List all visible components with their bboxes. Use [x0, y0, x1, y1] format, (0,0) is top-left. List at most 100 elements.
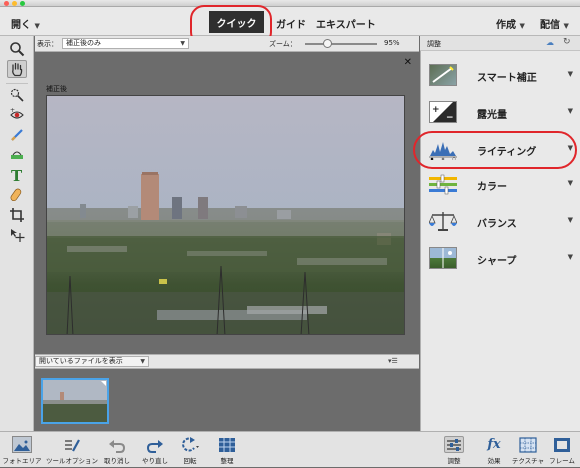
- adjustment-smart-fix[interactable]: スマート補正 ▼: [420, 57, 580, 94]
- adjustment-label: シャープ: [477, 256, 517, 267]
- open-label: 開く: [11, 20, 31, 31]
- color-icon: [429, 173, 457, 195]
- organize-button[interactable]: 整理: [213, 432, 241, 468]
- frames-button[interactable]: フレーム: [546, 432, 578, 468]
- create-menu[interactable]: 作成 ▼: [496, 16, 525, 31]
- rotate-label: 回転: [183, 457, 197, 465]
- adjustment-label: カラー: [477, 182, 507, 193]
- chevron-down-icon: ▼: [567, 216, 573, 224]
- effects-label: 効果: [487, 457, 501, 465]
- bandage-icon: [10, 188, 22, 202]
- svg-text:T: T: [11, 167, 23, 183]
- display-label: 表示：: [37, 40, 58, 48]
- magnifier-icon: [10, 42, 25, 57]
- exposure-icon: + −: [429, 101, 457, 123]
- spot-healing-tool[interactable]: [7, 186, 27, 204]
- open-menu[interactable]: 開く ▼: [11, 16, 40, 31]
- zoom-label: ズーム：: [269, 40, 297, 48]
- adjustment-sharpen[interactable]: シャープ ▼: [420, 240, 580, 277]
- share-label: 配信: [540, 20, 560, 31]
- photo-canvas[interactable]: [46, 95, 405, 335]
- reset-icon[interactable]: ↻: [563, 37, 571, 47]
- straighten-icon: [11, 151, 23, 159]
- tool-options-label: ツールオプション: [46, 457, 98, 465]
- undo-label: 取り消し: [104, 457, 130, 465]
- zoom-tool[interactable]: [7, 40, 27, 58]
- panel-title: 調整: [427, 40, 441, 48]
- brush-icon: [11, 129, 23, 141]
- sharpen-icon: [429, 247, 457, 269]
- zoom-value: 95%: [384, 39, 400, 47]
- svg-text:+: +: [432, 105, 440, 115]
- rotate-button[interactable]: 回転: [176, 432, 204, 468]
- bin-dropdown[interactable]: 開いているファイルを表示 ▼: [35, 356, 149, 367]
- display-value: 補正後のみ: [66, 39, 101, 47]
- tab-expert-label: エキスパート: [316, 20, 376, 31]
- cloud-icon[interactable]: ☁: [546, 38, 554, 47]
- quick-selection-tool[interactable]: [7, 86, 27, 104]
- tab-guided-label: ガイド: [276, 20, 306, 31]
- tab-guided[interactable]: ガイド: [276, 16, 306, 31]
- adjustment-label: ライティング: [477, 147, 537, 158]
- whiten-teeth-tool[interactable]: [7, 126, 27, 144]
- zoom-slider-knob[interactable]: [322, 39, 332, 48]
- zoom-slider-track[interactable]: [305, 43, 377, 45]
- close-window-icon[interactable]: [4, 1, 9, 6]
- hand-tool[interactable]: [7, 60, 27, 78]
- texture-icon: [518, 436, 538, 453]
- red-eye-icon: +: [10, 107, 24, 119]
- close-image-icon[interactable]: ✕: [404, 57, 412, 68]
- move-icon: [11, 229, 25, 242]
- photo-bin-icon: [12, 436, 32, 453]
- adjustment-color[interactable]: カラー ▼: [420, 166, 580, 203]
- share-menu[interactable]: 配信 ▼: [540, 16, 569, 31]
- frames-label: フレーム: [549, 457, 575, 465]
- zoom-window-icon[interactable]: [20, 1, 25, 6]
- crop-icon: [10, 208, 24, 222]
- chevron-down-icon: ▼: [567, 107, 573, 115]
- photo-bin-bar: 開いているファイルを表示 ▼ ▾☰: [35, 354, 419, 369]
- chevron-down-icon: ▼: [180, 40, 185, 47]
- chevron-down-icon: ▼: [567, 253, 573, 261]
- chevron-down-icon: ▼: [567, 70, 573, 78]
- chevron-down-icon: ▼: [519, 22, 525, 30]
- photo-bin-button[interactable]: フォトエリア: [1, 432, 43, 468]
- cityscape-photo: [47, 96, 404, 334]
- effects-button[interactable]: fx 効果: [480, 432, 508, 468]
- chevron-down-icon: ▼: [567, 144, 573, 152]
- textures-button[interactable]: テクスチャ: [510, 432, 546, 468]
- adjustment-lighting[interactable]: ライティング ▼: [420, 131, 580, 168]
- svg-text:−: −: [446, 113, 454, 122]
- undo-button[interactable]: 取り消し: [101, 432, 133, 468]
- toolbox: + T: [0, 36, 34, 431]
- move-tool[interactable]: [7, 226, 27, 244]
- adjust-button[interactable]: 調整: [440, 432, 468, 468]
- chevron-down-icon: ▼: [140, 358, 145, 365]
- balance-icon: [428, 210, 458, 232]
- photo-label: 補正後: [46, 85, 67, 93]
- display-dropdown[interactable]: 補正後のみ ▼: [62, 38, 189, 49]
- photo-thumbnail[interactable]: [41, 378, 109, 424]
- type-icon: T: [11, 167, 23, 183]
- tab-expert[interactable]: エキスパート: [316, 16, 376, 31]
- organize-label: 整理: [220, 457, 234, 465]
- red-eye-tool[interactable]: +: [7, 106, 27, 124]
- mode-bar: 開く ▼ クイック ガイド エキスパート 作成 ▼ 配信 ▼: [0, 7, 580, 36]
- smart-fix-icon: [429, 64, 457, 86]
- adjustment-balance[interactable]: バランス ▼: [420, 203, 580, 240]
- tab-quick[interactable]: クイック: [209, 11, 264, 33]
- svg-text:+: +: [10, 107, 15, 114]
- tool-options-button[interactable]: ツールオプション: [45, 432, 99, 468]
- adjustment-label: スマート補正: [477, 73, 537, 84]
- window-title-bar: [0, 0, 580, 7]
- chevron-down-icon: ▼: [34, 22, 40, 30]
- type-tool[interactable]: T: [7, 166, 27, 184]
- crop-tool[interactable]: [7, 206, 27, 224]
- redo-button[interactable]: やり直し: [137, 432, 173, 468]
- hand-icon: [12, 62, 23, 77]
- bin-dropdown-value: 開いているファイルを表示: [39, 357, 123, 365]
- minimize-window-icon[interactable]: [12, 1, 17, 6]
- bin-menu-icon[interactable]: ▾☰: [388, 357, 398, 365]
- adjustment-exposure[interactable]: + − 露光量 ▼: [420, 94, 580, 131]
- straighten-tool[interactable]: [7, 146, 27, 164]
